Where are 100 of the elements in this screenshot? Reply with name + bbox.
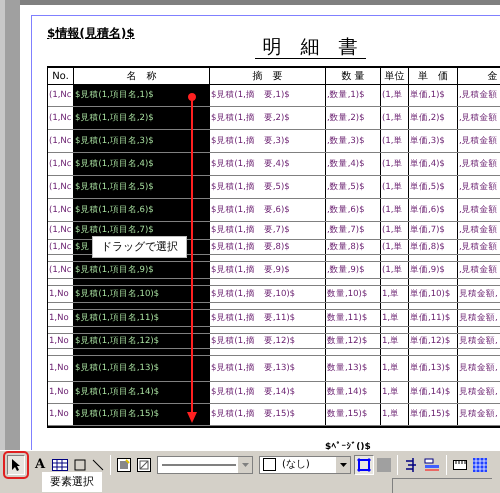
table-cell: 見積金額, xyxy=(459,288,498,300)
table-cell: $見積(1,摘 要,15)$ xyxy=(211,408,296,421)
caret-icon xyxy=(238,456,252,472)
table-cell: ,見積金額 xyxy=(459,112,498,124)
table-cell: ,数量,4)$ xyxy=(327,158,365,170)
table-cell: $見積(1,摘 要,9)$ xyxy=(211,264,290,276)
table-cell: $見積(1,項目名,3)$ xyxy=(75,134,154,148)
table-cell: ,数量,6)$ xyxy=(327,204,365,216)
table-cell: $見積(1,項目名,6)$ xyxy=(75,204,154,216)
table-cell: $見積(1,摘 要,10)$ xyxy=(211,288,296,300)
tool-tooltip: 要素選択 xyxy=(42,472,102,492)
table-cell: $見積(1,摘 要,2)$ xyxy=(211,112,290,124)
table-cell: 単価,8)$ xyxy=(410,240,445,254)
table-cell: 単価,2)$ xyxy=(410,112,445,124)
table-cell: (1,単 xyxy=(382,180,402,194)
table-cell: 1,No xyxy=(49,288,69,300)
image-icon xyxy=(137,458,151,472)
table-cell: 見積金額, xyxy=(459,408,498,421)
table-cell: $見積(1,項目名,14)$ xyxy=(75,386,160,399)
line-style-dropdown[interactable] xyxy=(157,456,253,474)
drag-hint-tooltip: ドラッグで選択 xyxy=(92,236,187,258)
table-cell: $見積(1,摘 要,6)$ xyxy=(211,204,290,216)
grid-icon xyxy=(377,458,391,472)
table-cell: $見積(1,項目名,13)$ xyxy=(75,362,160,375)
pointer-icon xyxy=(11,458,21,472)
fill-color-dropdown[interactable]: (なし) xyxy=(259,456,351,474)
column-header: 金 xyxy=(458,68,500,84)
table-cell: 1,No xyxy=(49,408,69,421)
table-cell: 単価,10)$ xyxy=(410,288,450,300)
table-cell: 1,No xyxy=(49,362,69,375)
table-cell: $見積(1,項目名,10)$ xyxy=(75,288,160,300)
table-cell: 単価,15)$ xyxy=(410,408,450,421)
table-cell: $見積(1,項目名,2)$ xyxy=(75,112,154,124)
table-cell: 単価,3)$ xyxy=(410,134,445,148)
table-cell: 単価,6)$ xyxy=(410,204,445,216)
table-cell: ,見積金額 xyxy=(459,134,498,148)
rectangle-icon xyxy=(74,458,86,470)
column-header: 名 称 xyxy=(74,68,210,84)
table-cell: (1,単 xyxy=(382,134,402,148)
table-cell: 1,単 xyxy=(382,362,400,375)
table-cell: (1,Nc xyxy=(49,180,72,194)
table-cell: 数量,14)$ xyxy=(327,386,368,399)
table-cell: $見積(1,項目名,7)$ xyxy=(75,224,154,237)
table-cell: $見積(1,摘 要,1)$ xyxy=(211,89,290,102)
table-cell: ,見積金額 xyxy=(459,264,498,276)
table-cell: (1,単 xyxy=(382,240,402,254)
table-cell: (1,Nc xyxy=(49,264,72,276)
table-cell: (1,Nc xyxy=(49,112,72,124)
table-cell: $見積(1,摘 要,12)$ xyxy=(211,334,296,348)
table-cell: 単価,5)$ xyxy=(410,180,445,194)
ruler-icon xyxy=(453,458,467,472)
table-cell: $見積(1,摘 要,4)$ xyxy=(211,158,290,170)
table-cell: $見積(1,摘 要,14)$ xyxy=(211,386,296,399)
table-cell: $見積(1,摘 要,5)$ xyxy=(211,180,290,194)
table-icon xyxy=(52,458,68,470)
table-cell: (1,単 xyxy=(382,89,402,102)
table-cell: 1,単 xyxy=(382,408,400,421)
table-cell: $見積(1,項目名,5)$ xyxy=(75,180,154,194)
column-header: 摘 要 xyxy=(210,68,326,84)
pattern-icon xyxy=(473,458,487,472)
document-heading: 明 細 書 xyxy=(254,36,366,59)
table-cell: 1,単 xyxy=(382,312,400,324)
table-cell: 数量,15)$ xyxy=(327,408,368,421)
table-cell: 1,単 xyxy=(382,386,400,399)
table-cell: 数量,12)$ xyxy=(327,334,368,348)
frame-tool-button[interactable] xyxy=(354,454,374,474)
table-cell: 見積金額, xyxy=(459,386,498,399)
table-cell: 1,単 xyxy=(382,334,400,348)
table-cell: ,見積金額 xyxy=(459,158,498,170)
table-cell: (1,Nc xyxy=(49,89,72,102)
table-cell: 1,No xyxy=(49,386,69,399)
table-cell: ,数量,5)$ xyxy=(327,180,365,194)
caret-icon xyxy=(336,456,350,472)
table-cell: 単価,1)$ xyxy=(410,89,445,102)
table-cell: (1,Nc xyxy=(49,134,72,148)
table-cell: (1,単 xyxy=(382,224,402,237)
table-cell: $見積(1,摘 要,8)$ xyxy=(211,240,290,254)
table-cell: 単価,7)$ xyxy=(410,224,445,237)
table-cell: 数量,11)$ xyxy=(327,312,368,324)
table-cell: 1,No xyxy=(49,312,69,324)
document-title: $情報(見積名)$ xyxy=(47,25,135,42)
image-icon xyxy=(117,458,131,472)
table-cell: 単価,14)$ xyxy=(410,386,450,399)
line-icon xyxy=(92,458,104,470)
table-cell: 見積金額, xyxy=(459,312,498,324)
table-cell: (1,Nc xyxy=(49,204,72,216)
text-tool-button[interactable]: A xyxy=(31,454,49,474)
layout-icon xyxy=(424,458,440,472)
table-cell: (1,単 xyxy=(382,264,402,276)
table-cell: ,見積金額 xyxy=(459,204,498,216)
pointer-tool-button[interactable] xyxy=(7,454,25,474)
table-cell: $見積(1,摘 要,13)$ xyxy=(211,362,296,375)
color-label: (なし) xyxy=(282,458,310,472)
table-cell: $見積(1,摘 要,3)$ xyxy=(211,134,290,148)
line-sample-icon xyxy=(162,462,236,466)
table-cell: 単価,9)$ xyxy=(410,264,445,276)
table-cell: (1,Nc xyxy=(49,224,72,237)
table-cell: (1,Nc xyxy=(49,240,72,254)
table-cell: 見積金額, xyxy=(459,362,498,375)
table-cell: ,見積金額 xyxy=(459,180,498,194)
